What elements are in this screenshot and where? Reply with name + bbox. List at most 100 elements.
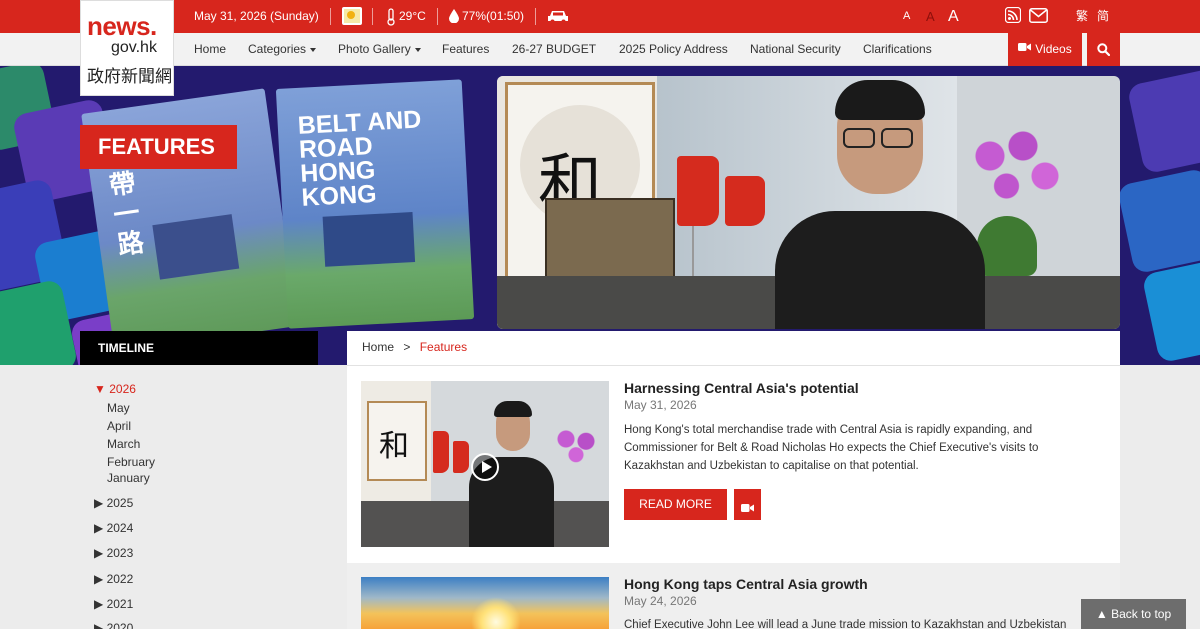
- play-icon[interactable]: [471, 453, 499, 481]
- timeline-year-2025[interactable]: ▶ 2025: [94, 496, 133, 510]
- videos-button[interactable]: Videos: [1008, 33, 1082, 66]
- back-to-top-button[interactable]: ▲ Back to top: [1081, 599, 1186, 629]
- book-building: [322, 212, 416, 267]
- thumb-flag: [433, 431, 449, 473]
- chevron-down-icon: [414, 47, 421, 52]
- email-icon[interactable]: [1029, 8, 1048, 28]
- collapse-arrow-icon: ▶: [94, 621, 107, 629]
- top-bar: May 31, 2026 (Sunday) 29°C 77%(01:50) A …: [0, 0, 1200, 33]
- hk-flag: [725, 176, 765, 226]
- features-banner: 帶一路 BELT AND ROAD HONG KONG 和: [0, 66, 1200, 365]
- timeline-year-2024[interactable]: ▶ 2024: [94, 521, 133, 535]
- year-label: 2024: [106, 521, 134, 535]
- article-thumbnail[interactable]: 和: [361, 381, 609, 547]
- banner-video-frame[interactable]: 和: [497, 76, 1120, 329]
- font-size-medium-button[interactable]: A: [926, 0, 935, 33]
- breadcrumb-separator: >: [403, 340, 411, 354]
- video-camera-icon: [741, 500, 754, 518]
- play-triangle: [482, 461, 492, 473]
- nav-label: Categories: [248, 42, 307, 56]
- read-more-button[interactable]: READ MORE: [624, 489, 727, 520]
- logo-line-2: gov.hk: [111, 39, 157, 56]
- video-camera-icon: [1018, 32, 1032, 65]
- decor-tile: [1141, 258, 1200, 364]
- nav-categories[interactable]: Categories: [248, 33, 317, 66]
- breadcrumb-current: Features: [419, 340, 468, 354]
- divider: [535, 8, 536, 25]
- folding-screen: [545, 198, 675, 288]
- book-building: [152, 214, 240, 280]
- article-description: Chief Executive John Lee will lead a Jun…: [624, 619, 1067, 629]
- article-title[interactable]: Harnessing Central Asia's potential: [624, 380, 859, 396]
- nav-label: Photo Gallery: [338, 42, 411, 56]
- decor-tile: [1116, 167, 1200, 275]
- year-label: 2022: [106, 572, 134, 586]
- timeline-month-april[interactable]: April: [107, 419, 131, 433]
- nav-budget[interactable]: 26-27 BUDGET: [512, 33, 596, 66]
- traffic-car-icon[interactable]: [547, 9, 569, 29]
- expand-arrow-icon: ▼: [94, 382, 110, 396]
- thumb-flag: [453, 441, 469, 473]
- glasses-left: [843, 128, 875, 148]
- font-size-small-button[interactable]: A: [903, 0, 910, 33]
- timeline-heading: TIMELINE: [80, 331, 318, 365]
- divider: [372, 8, 373, 25]
- article-date: May 24, 2026: [624, 594, 697, 608]
- timeline-year-2023[interactable]: ▶ 2023: [94, 546, 133, 560]
- font-size-large-button[interactable]: A: [948, 0, 959, 33]
- collapse-arrow-icon: ▶: [94, 496, 107, 510]
- article-date: May 31, 2026: [624, 398, 697, 412]
- timeline-month-february[interactable]: February: [107, 455, 155, 469]
- divider: [330, 8, 331, 25]
- weather-icon[interactable]: [342, 7, 362, 25]
- rss-icon[interactable]: [1004, 6, 1022, 28]
- breadcrumb-home[interactable]: Home: [362, 340, 394, 354]
- logo-line-3: 政府新聞網: [87, 67, 172, 86]
- divider: [437, 8, 438, 25]
- lang-simplified-link[interactable]: 简: [1097, 0, 1109, 33]
- collapse-arrow-icon: ▶: [94, 546, 107, 560]
- book-cover-text: 帶一路: [107, 167, 146, 261]
- article-thumbnail[interactable]: [361, 577, 609, 629]
- collapse-arrow-icon: ▶: [94, 572, 107, 586]
- temperature-text: 29°C: [399, 9, 426, 23]
- divider: [347, 365, 1120, 366]
- person-body: [775, 211, 985, 329]
- plant-leaves: [977, 216, 1037, 276]
- thumb-calligraphy-char: 和: [379, 429, 409, 464]
- year-label: 2020: [106, 621, 134, 629]
- search-icon: [1097, 43, 1111, 61]
- lang-traditional-link[interactable]: 繁: [1076, 0, 1088, 33]
- nav-photo-gallery[interactable]: Photo Gallery: [338, 33, 421, 66]
- thumb-orchid: [551, 421, 601, 466]
- nav-features[interactable]: Features: [442, 33, 489, 66]
- thermometer-icon: [386, 8, 396, 31]
- timeline-month-march[interactable]: March: [107, 437, 140, 451]
- timeline-month-may[interactable]: May: [107, 401, 130, 415]
- collapse-arrow-icon: ▶: [94, 521, 107, 535]
- timeline-year-2026[interactable]: ▼ 2026: [94, 382, 136, 396]
- collapse-arrow-icon: ▶: [94, 597, 107, 611]
- timeline-month-january[interactable]: January: [107, 471, 150, 485]
- thumb-sun: [471, 597, 521, 629]
- nav-policy-address[interactable]: 2025 Policy Address: [619, 33, 728, 66]
- nav-clarifications[interactable]: Clarifications: [863, 33, 932, 66]
- timeline-year-2020[interactable]: ▶ 2020: [94, 621, 133, 629]
- features-heading: FEATURES: [80, 125, 237, 169]
- humidity-text: 77%(01:50): [462, 9, 525, 23]
- breadcrumb: Home > Features: [362, 340, 467, 354]
- chevron-down-icon: [310, 47, 317, 52]
- nav-national-security[interactable]: National Security: [750, 33, 841, 66]
- timeline-year-2021[interactable]: ▶ 2021: [94, 597, 133, 611]
- person-hair: [835, 80, 925, 120]
- book-cover-english: BELT AND ROAD HONG KONG: [275, 79, 475, 329]
- video-button[interactable]: [734, 489, 761, 520]
- site-logo[interactable]: news. gov.hk 政府新聞網: [80, 0, 174, 96]
- year-label: 2026: [109, 382, 136, 396]
- nav-home[interactable]: Home: [194, 33, 226, 66]
- timeline-year-2022[interactable]: ▶ 2022: [94, 572, 133, 586]
- article-title[interactable]: Hong Kong taps Central Asia growth: [624, 576, 868, 592]
- humidity-icon: [449, 9, 459, 28]
- search-button[interactable]: [1087, 33, 1120, 66]
- thumb-person-hair: [494, 401, 532, 417]
